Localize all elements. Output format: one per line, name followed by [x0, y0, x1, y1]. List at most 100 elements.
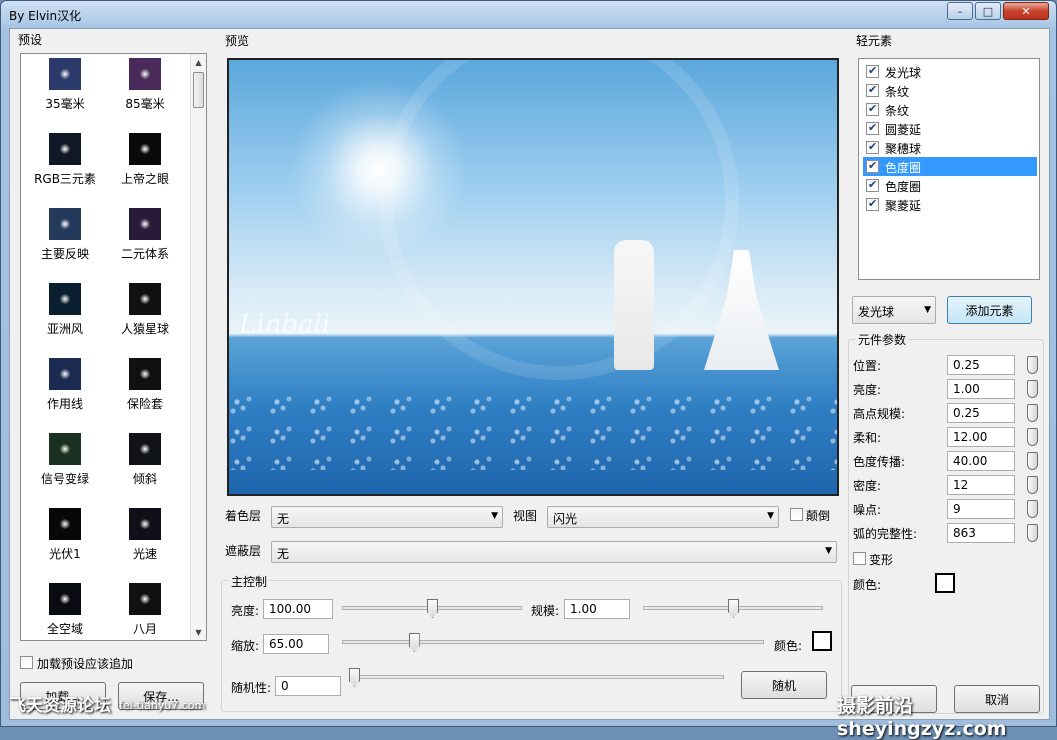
- scroll-down-icon[interactable]: ▼: [191, 624, 206, 640]
- close-button[interactable]: ✕: [1003, 2, 1049, 20]
- element-label: 聚穗球: [885, 142, 922, 156]
- brightness-label: 亮度:: [231, 604, 260, 618]
- lens-flare-halo: [379, 60, 739, 380]
- dropdown-arrow-icon: ▼: [924, 305, 931, 315]
- preset-item[interactable]: 人猿星球: [105, 283, 185, 358]
- element-enabled-checkbox[interactable]: [866, 64, 879, 78]
- preset-item[interactable]: 二元体系: [105, 208, 185, 283]
- preset-item[interactable]: 作用线: [25, 358, 105, 433]
- element-enabled-checkbox[interactable]: [866, 121, 879, 135]
- scroll-up-icon[interactable]: ▲: [191, 54, 206, 70]
- randomness-slider-track[interactable]: [354, 675, 724, 679]
- param-value-input[interactable]: 1.00: [947, 379, 1015, 399]
- minimize-button[interactable]: –: [947, 2, 973, 20]
- params-heading: 元件参数: [856, 331, 909, 348]
- element-label: 色度圈: [885, 161, 922, 175]
- preset-item[interactable]: 亚洲风: [25, 283, 105, 358]
- preset-item[interactable]: 八月: [105, 583, 185, 640]
- element-list-item[interactable]: 聚穗球: [863, 138, 1037, 157]
- scale-input[interactable]: 1.00: [564, 599, 630, 619]
- water-sparkles: [229, 390, 837, 470]
- mask-layer-select[interactable]: 无 ▼: [271, 541, 837, 563]
- param-value-input[interactable]: 9: [947, 499, 1015, 519]
- add-element-button[interactable]: 添加元素: [947, 296, 1032, 324]
- element-list-item[interactable]: 发光球: [863, 62, 1037, 81]
- preset-item[interactable]: 信号变绿: [25, 433, 105, 508]
- param-value-input[interactable]: 12: [947, 475, 1015, 495]
- param-value-input[interactable]: 40.00: [947, 451, 1015, 471]
- title-bar[interactable]: By Elvin汉化 – □ ✕: [1, 1, 1056, 27]
- param-value-input[interactable]: 12.00: [947, 427, 1015, 447]
- preset-item[interactable]: 85毫米: [105, 58, 185, 133]
- element-color-swatch[interactable]: [935, 573, 955, 593]
- presets-scrollbar[interactable]: ▲ ▼: [190, 54, 206, 640]
- element-enabled-checkbox[interactable]: [866, 102, 879, 116]
- element-label: 聚菱延: [885, 199, 922, 213]
- deform-checkbox[interactable]: [853, 552, 866, 565]
- scroll-thumb[interactable]: [193, 72, 204, 108]
- element-enabled-checkbox[interactable]: [866, 140, 879, 154]
- randomness-input[interactable]: 0: [275, 676, 341, 696]
- preset-thumbnail: [49, 358, 81, 390]
- param-spin-handle[interactable]: [1027, 452, 1038, 470]
- preset-item[interactable]: 光速: [105, 508, 185, 583]
- random-button[interactable]: 随机: [741, 671, 827, 699]
- preset-label: 35毫米: [45, 97, 85, 111]
- preset-item[interactable]: 35毫米: [25, 58, 105, 133]
- param-spin-handle[interactable]: [1027, 476, 1038, 494]
- preset-thumbnail: [49, 283, 81, 315]
- elements-list[interactable]: 发光球条纹条纹圆菱延聚穗球色度圈色度圈聚菱延: [858, 58, 1040, 280]
- preset-label: 上帝之眼: [120, 172, 169, 186]
- param-label: 噪点:: [853, 503, 882, 517]
- site-watermark: 摄影前沿 sheyingzyz.com: [837, 695, 1007, 740]
- dropdown-arrow-icon: ▼: [825, 546, 832, 556]
- param-spin-handle[interactable]: [1027, 380, 1038, 398]
- append-on-load-checkbox[interactable]: [20, 656, 33, 669]
- element-enabled-checkbox[interactable]: [866, 197, 879, 211]
- mask-layer-value: 无: [277, 547, 290, 561]
- preset-item[interactable]: 倾斜: [105, 433, 185, 508]
- zoom-input[interactable]: 65.00: [263, 634, 329, 654]
- master-color-swatch[interactable]: [812, 631, 832, 651]
- dropdown-arrow-icon: ▼: [491, 511, 498, 521]
- element-list-item[interactable]: 色度圈: [863, 157, 1037, 176]
- preset-item[interactable]: 主要反映: [25, 208, 105, 283]
- zoom-slider-track[interactable]: [342, 640, 764, 644]
- preset-thumbnail: [129, 508, 161, 540]
- color-layer-value: 无: [277, 512, 290, 526]
- invert-checkbox[interactable]: [790, 508, 803, 521]
- preset-item[interactable]: RGB三元素: [25, 133, 105, 208]
- param-spin-handle[interactable]: [1027, 524, 1038, 542]
- element-enabled-checkbox[interactable]: [866, 178, 879, 192]
- preset-item[interactable]: 光伏1: [25, 508, 105, 583]
- element-list-item[interactable]: 条纹: [863, 100, 1037, 119]
- element-list-item[interactable]: 色度圈: [863, 176, 1037, 195]
- presets-list[interactable]: 35毫米 85毫米 RGB三元素 上帝之眼主要反映 二元体系 亚洲风 人猿星球 作用线 保险套信…: [20, 53, 207, 641]
- param-value-input[interactable]: 863: [947, 523, 1015, 543]
- element-list-item[interactable]: 条纹: [863, 81, 1037, 100]
- view-select[interactable]: 闪光 ▼: [547, 506, 779, 528]
- preset-item[interactable]: 上帝之眼: [105, 133, 185, 208]
- param-spin-handle[interactable]: [1027, 404, 1038, 422]
- element-type-select[interactable]: 发光球 ▼: [852, 296, 936, 324]
- preset-item[interactable]: 保险套: [105, 358, 185, 433]
- preset-item[interactable]: 全空域: [25, 583, 105, 640]
- mask-layer-label: 遮蔽层: [225, 544, 262, 558]
- element-list-item[interactable]: 聚菱延: [863, 195, 1037, 214]
- brightness-input[interactable]: 100.00: [263, 599, 333, 619]
- preview-image[interactable]: Linbali: [227, 58, 839, 496]
- element-enabled-checkbox[interactable]: [866, 83, 879, 97]
- window-title: By Elvin汉化: [9, 9, 82, 23]
- forum-url-watermark: fei-tianyu7.com: [119, 699, 206, 712]
- maximize-button[interactable]: □: [975, 2, 1001, 20]
- element-enabled-checkbox[interactable]: [866, 159, 879, 173]
- preset-thumbnail: [129, 583, 161, 615]
- color-layer-select[interactable]: 无 ▼: [271, 506, 503, 528]
- param-spin-handle[interactable]: [1027, 356, 1038, 374]
- param-value-input[interactable]: 0.25: [947, 355, 1015, 375]
- element-label: 圆菱延: [885, 123, 922, 137]
- param-spin-handle[interactable]: [1027, 500, 1038, 518]
- element-list-item[interactable]: 圆菱延: [863, 119, 1037, 138]
- param-value-input[interactable]: 0.25: [947, 403, 1015, 423]
- param-spin-handle[interactable]: [1027, 428, 1038, 446]
